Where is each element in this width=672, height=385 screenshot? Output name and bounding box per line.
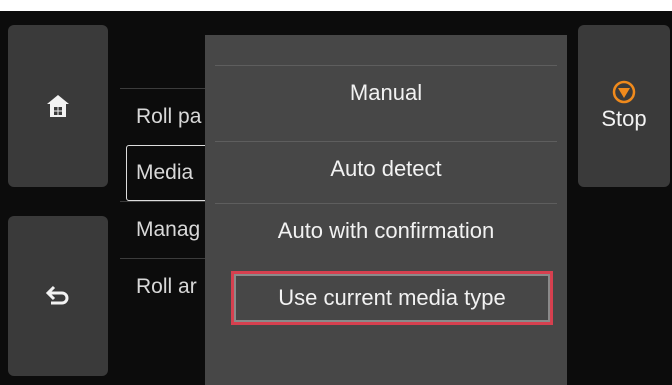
option-auto-with-confirmation[interactable]: Auto with confirmation [215,203,557,257]
home-button[interactable] [8,25,108,187]
back-arrow-icon [45,285,69,305]
stop-button[interactable]: Stop [578,25,670,187]
home-icon [47,95,69,117]
back-button[interactable] [8,216,108,376]
stop-icon [612,80,636,104]
option-manual[interactable]: Manual [215,65,557,119]
option-use-current-media-type[interactable]: Use current media type [231,271,553,325]
menu-item-roll-amount[interactable]: Roll ar [120,258,210,315]
stop-label: Stop [601,106,647,131]
menu-item-manage[interactable]: Manag [120,201,210,258]
media-type-popup: Manual Auto detect Auto with confirmatio… [205,35,567,385]
printer-touch-screen: Roll pa Media Manag Roll ar Stop Manual … [0,11,672,385]
option-auto-detect[interactable]: Auto detect [215,141,557,195]
background-menu-list: Roll pa Media Manag Roll ar [120,88,210,315]
menu-item-media[interactable]: Media [126,145,210,201]
menu-item-roll-paper[interactable]: Roll pa [120,88,210,145]
